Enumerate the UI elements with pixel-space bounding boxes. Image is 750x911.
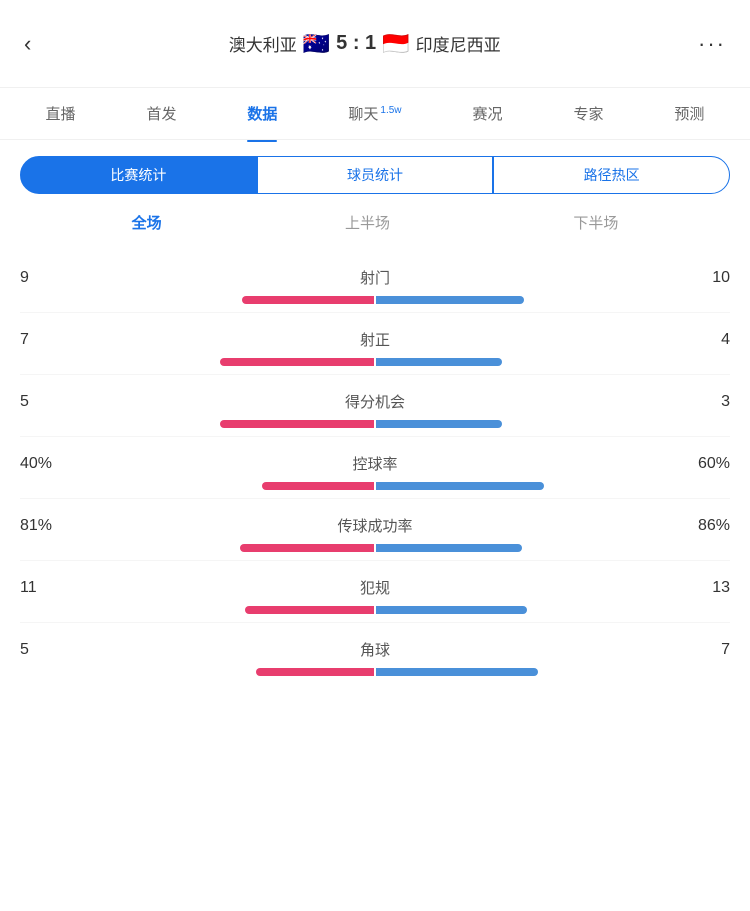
stat-label: 犯规 <box>80 577 670 598</box>
left-bar <box>256 668 374 676</box>
left-bar <box>220 420 374 428</box>
flag-right: 🇮🇩 <box>382 31 409 57</box>
stat-label: 射门 <box>80 267 670 288</box>
tab-data[interactable]: 数据 <box>247 99 277 128</box>
header: ‹ 澳大利亚 🇦🇺 5 : 1 🇮🇩 印度尼西亚 ··· <box>0 0 750 88</box>
stat-left-value: 40% <box>20 455 80 473</box>
stat-row: 40%控球率60% <box>20 437 730 499</box>
match-score: 5 : 1 <box>336 32 376 55</box>
stat-right-value: 13 <box>670 579 730 597</box>
tab-expert[interactable]: 专家 <box>573 99 603 128</box>
nav-tabs: 直播 首发 数据 聊天 1.5w 赛况 专家 预测 <box>0 88 750 140</box>
right-bar <box>376 296 524 304</box>
stat-row: 9射门10 <box>20 251 730 313</box>
stat-bars <box>20 544 730 552</box>
team-left-name: 澳大利亚 <box>229 31 297 56</box>
stat-left-value: 11 <box>20 579 80 597</box>
period-tab-full[interactable]: 全场 <box>112 208 182 237</box>
period-tab-second-half[interactable]: 下半场 <box>553 208 638 237</box>
stat-left-value: 81% <box>20 517 80 535</box>
stat-row: 5角球7 <box>20 623 730 684</box>
tab-predict[interactable]: 预测 <box>674 99 704 128</box>
more-button[interactable]: ··· <box>690 23 734 65</box>
sub-tab-heatmap[interactable]: 路径热区 <box>493 156 730 194</box>
stat-right-value: 7 <box>670 641 730 659</box>
back-button[interactable]: ‹ <box>16 23 39 65</box>
tab-chat[interactable]: 聊天 1.5w <box>348 99 401 128</box>
period-tab-first-half[interactable]: 上半场 <box>325 208 410 237</box>
stat-left-value: 9 <box>20 269 80 287</box>
left-bar <box>245 606 374 614</box>
chat-badge: 1.5w <box>380 105 401 116</box>
stat-row: 11犯规13 <box>20 561 730 623</box>
right-bar <box>376 668 538 676</box>
stat-row: 81%传球成功率86% <box>20 499 730 561</box>
stat-right-value: 4 <box>670 331 730 349</box>
left-bar <box>220 358 374 366</box>
stat-row: 7射正4 <box>20 313 730 375</box>
stat-left-value: 5 <box>20 641 80 659</box>
stat-right-value: 86% <box>670 517 730 535</box>
stats-container: 9射门107射正45得分机会340%控球率60%81%传球成功率86%11犯规1… <box>0 251 750 684</box>
stat-bars <box>20 296 730 304</box>
sub-tabs: 比赛统计 球员统计 路径热区 <box>0 140 750 194</box>
right-bar <box>376 420 502 428</box>
stat-bars <box>20 668 730 676</box>
stat-label: 角球 <box>80 639 670 660</box>
stat-right-value: 60% <box>670 455 730 473</box>
left-bar <box>240 544 374 552</box>
stat-row: 5得分机会3 <box>20 375 730 437</box>
sub-tab-player-stats[interactable]: 球员统计 <box>257 156 494 194</box>
team-right-name: 印度尼西亚 <box>416 31 501 56</box>
period-tabs: 全场 上半场 下半场 <box>0 194 750 251</box>
right-bar <box>376 482 544 490</box>
stat-label: 控球率 <box>80 453 670 474</box>
flag-left: 🇦🇺 <box>303 31 330 57</box>
stat-label: 射正 <box>80 329 670 350</box>
tab-live-score[interactable]: 赛况 <box>472 99 502 128</box>
stat-right-value: 10 <box>670 269 730 287</box>
tab-live[interactable]: 直播 <box>45 99 75 128</box>
stat-left-value: 7 <box>20 331 80 349</box>
right-bar <box>376 358 502 366</box>
match-title: 澳大利亚 🇦🇺 5 : 1 🇮🇩 印度尼西亚 <box>229 31 501 57</box>
stat-left-value: 5 <box>20 393 80 411</box>
stat-bars <box>20 420 730 428</box>
stat-label: 传球成功率 <box>80 515 670 536</box>
stat-bars <box>20 606 730 614</box>
left-bar <box>242 296 374 304</box>
right-bar <box>376 606 527 614</box>
stat-bars <box>20 482 730 490</box>
stat-label: 得分机会 <box>80 391 670 412</box>
tab-lineup[interactable]: 首发 <box>146 99 176 128</box>
left-bar <box>262 482 374 490</box>
stat-right-value: 3 <box>670 393 730 411</box>
stat-bars <box>20 358 730 366</box>
sub-tab-match-stats[interactable]: 比赛统计 <box>20 156 257 194</box>
right-bar <box>376 544 522 552</box>
